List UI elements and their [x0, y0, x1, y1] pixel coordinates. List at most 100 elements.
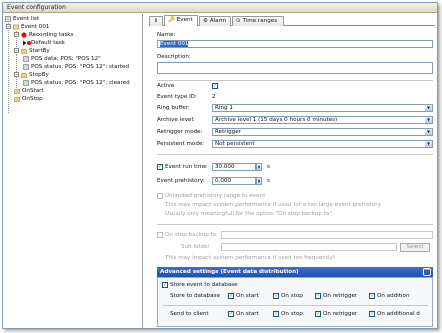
tree-item-pos-status-started[interactable]: POS status; POS: "POS 12"; started: [23, 63, 129, 71]
run-time-checkbox[interactable]: ✓: [157, 164, 163, 170]
store-event-label: Store event to database: [170, 282, 238, 288]
folder-icon: [21, 72, 27, 78]
unlimited-prehistory-checkbox[interactable]: [157, 193, 163, 199]
send-onaddition-label: On additional d: [377, 311, 420, 317]
advanced-settings-header[interactable]: Advanced settings (Event data distributi…: [157, 267, 433, 277]
collapse-icon[interactable]: −: [6, 24, 11, 29]
unlimited-note-2: Usually only meaningfull for the option …: [165, 211, 334, 217]
send-onstart-label: On start: [236, 311, 259, 317]
advanced-settings-body: ✓ Store event to database Store to datab…: [157, 277, 433, 327]
prehistory-input[interactable]: 0,000: [212, 177, 256, 185]
name-field[interactable]: Event 001: [157, 40, 433, 48]
divider: [157, 224, 433, 225]
active-label: Active: [157, 83, 175, 89]
unlimited-note-1: This may impact system performance if us…: [165, 202, 382, 208]
retrigger-label: Retrigger mode:: [157, 129, 203, 135]
send-onaddition-checkbox[interactable]: ✓: [369, 311, 375, 317]
active-checkbox[interactable]: ✓: [212, 83, 218, 89]
collapse-icon[interactable]: −: [14, 72, 19, 77]
store-onstop-label: On stop: [281, 293, 303, 299]
tab-alarm[interactable]: ⚙ Alarm: [199, 16, 231, 26]
ring-buffer-label: Ring buffer:: [157, 105, 190, 111]
store-onstart-label: On start: [236, 293, 259, 299]
record-icon: [21, 31, 27, 38]
subfolder-label: Sub folder: [181, 244, 210, 250]
run-time-input[interactable]: 30,000: [212, 163, 256, 171]
store-event-checkbox[interactable]: ✓: [162, 282, 168, 288]
event-icon: [13, 24, 19, 30]
tree-item-pos-status-cleared[interactable]: POS status; POS: "POS 12"; cleared: [23, 79, 130, 87]
chevron-down-icon: ▼: [425, 129, 432, 135]
retrigger-select[interactable]: Retrigger ▼: [212, 128, 433, 136]
collapse-icon[interactable]: −: [14, 32, 19, 37]
store-db-label: Store to database: [170, 293, 220, 299]
info-icon: i: [155, 18, 157, 24]
folder-icon: [21, 48, 27, 54]
archive-level-select[interactable]: Archive level 1 (15 days 0 hours 0 minut…: [212, 116, 433, 124]
store-onaddition-checkbox[interactable]: ✓: [369, 293, 375, 299]
folder-icon: [14, 88, 20, 94]
backup-path-field[interactable]: [221, 231, 433, 239]
type-id-value: 2: [212, 94, 216, 100]
tree-item-stopby[interactable]: − StopBy: [14, 71, 49, 79]
tree-item-onstart[interactable]: OnStart: [14, 87, 44, 95]
event-tree[interactable]: Event list − Event 001 − Recording tasks D…: [3, 14, 143, 328]
send-onstop-label: On stop: [281, 311, 303, 317]
ring-buffer-select[interactable]: Ring 1 ▼: [212, 104, 433, 112]
pos-icon: [23, 63, 29, 70]
onstop-backup-checkbox[interactable]: [157, 232, 163, 238]
type-id-label: Event type ID:: [157, 94, 197, 100]
folder-icon: [14, 96, 20, 102]
tree-item-event-001[interactable]: − Event 001: [6, 23, 49, 31]
tree-item-pos-data[interactable]: POS data; POS: "POS 12": [23, 55, 101, 63]
chevron-down-icon: ▼: [425, 105, 432, 111]
store-onretrigger-label: On retrigger: [323, 293, 358, 299]
subfolder-field[interactable]: [221, 243, 397, 251]
send-onretrigger-label: On retrigger: [323, 311, 358, 317]
tree-item-default-task[interactable]: Default task: [23, 39, 65, 47]
store-onstart-checkbox[interactable]: ✓: [228, 293, 234, 299]
description-label: Description:: [157, 54, 191, 60]
prehistory-spinner[interactable]: [256, 177, 262, 185]
store-onstop-checkbox[interactable]: ✓: [273, 293, 279, 299]
run-time-unit: s: [267, 164, 270, 170]
store-onretrigger-checkbox[interactable]: ✓: [315, 293, 321, 299]
unlimited-prehistory-label: Unlimited prehistory range to event: [165, 193, 266, 199]
window-title: Event configuration: [3, 3, 437, 13]
chevron-down-icon: ▼: [425, 141, 432, 147]
divider: [157, 154, 433, 155]
event-configuration-window: Event configuration Event list − Event 00…: [2, 2, 438, 329]
backup-note: This may impact system performance if us…: [165, 255, 336, 261]
run-time-spinner[interactable]: [256, 163, 262, 171]
pos-icon: [23, 79, 29, 86]
persistent-select[interactable]: Not persistent ▼: [212, 140, 433, 148]
divider: [157, 80, 433, 81]
play-record-icon: [23, 40, 31, 46]
divider: [162, 305, 428, 306]
tab-bar: i 🔑 Event ⚙ Alarm ⊙ Time ranges: [149, 15, 435, 26]
send-onstart-checkbox[interactable]: ✓: [228, 311, 234, 317]
collapse-icon[interactable]: −: [14, 48, 19, 53]
send-onretrigger-checkbox[interactable]: ✓: [315, 311, 321, 317]
event-tab-icon: 🔑: [168, 17, 175, 23]
prehistory-unit: s: [267, 178, 270, 184]
tree-item-onstop[interactable]: OnStop: [14, 95, 43, 103]
select-button[interactable]: Select: [400, 243, 430, 252]
prehistory-label: Event prehistory:: [157, 178, 205, 184]
pos-icon: [23, 55, 29, 62]
run-time-label: Event run time: [165, 164, 207, 170]
tab-event[interactable]: 🔑 Event: [164, 15, 198, 26]
persistent-label: Persistent mode:: [157, 141, 205, 147]
tab-time-ranges[interactable]: ⊙ Time ranges: [232, 16, 284, 26]
send-client-label: Send to client: [170, 311, 209, 317]
tree-root[interactable]: Event list: [5, 15, 39, 23]
onstop-backup-label: On stop backup to: [165, 232, 217, 238]
archive-level-label: Archive level:: [157, 117, 195, 123]
tree-item-recording-tasks[interactable]: − Recording tasks: [14, 31, 73, 39]
description-field[interactable]: [157, 62, 433, 74]
event-properties-panel: i 🔑 Event ⚙ Alarm ⊙ Time ranges Name: Ev…: [145, 14, 437, 328]
tab-info[interactable]: i: [149, 16, 163, 26]
collapse-section-icon[interactable]: ^: [423, 268, 431, 276]
tree-item-startby[interactable]: − StartBy: [14, 47, 50, 55]
send-onstop-checkbox[interactable]: ✓: [273, 311, 279, 317]
